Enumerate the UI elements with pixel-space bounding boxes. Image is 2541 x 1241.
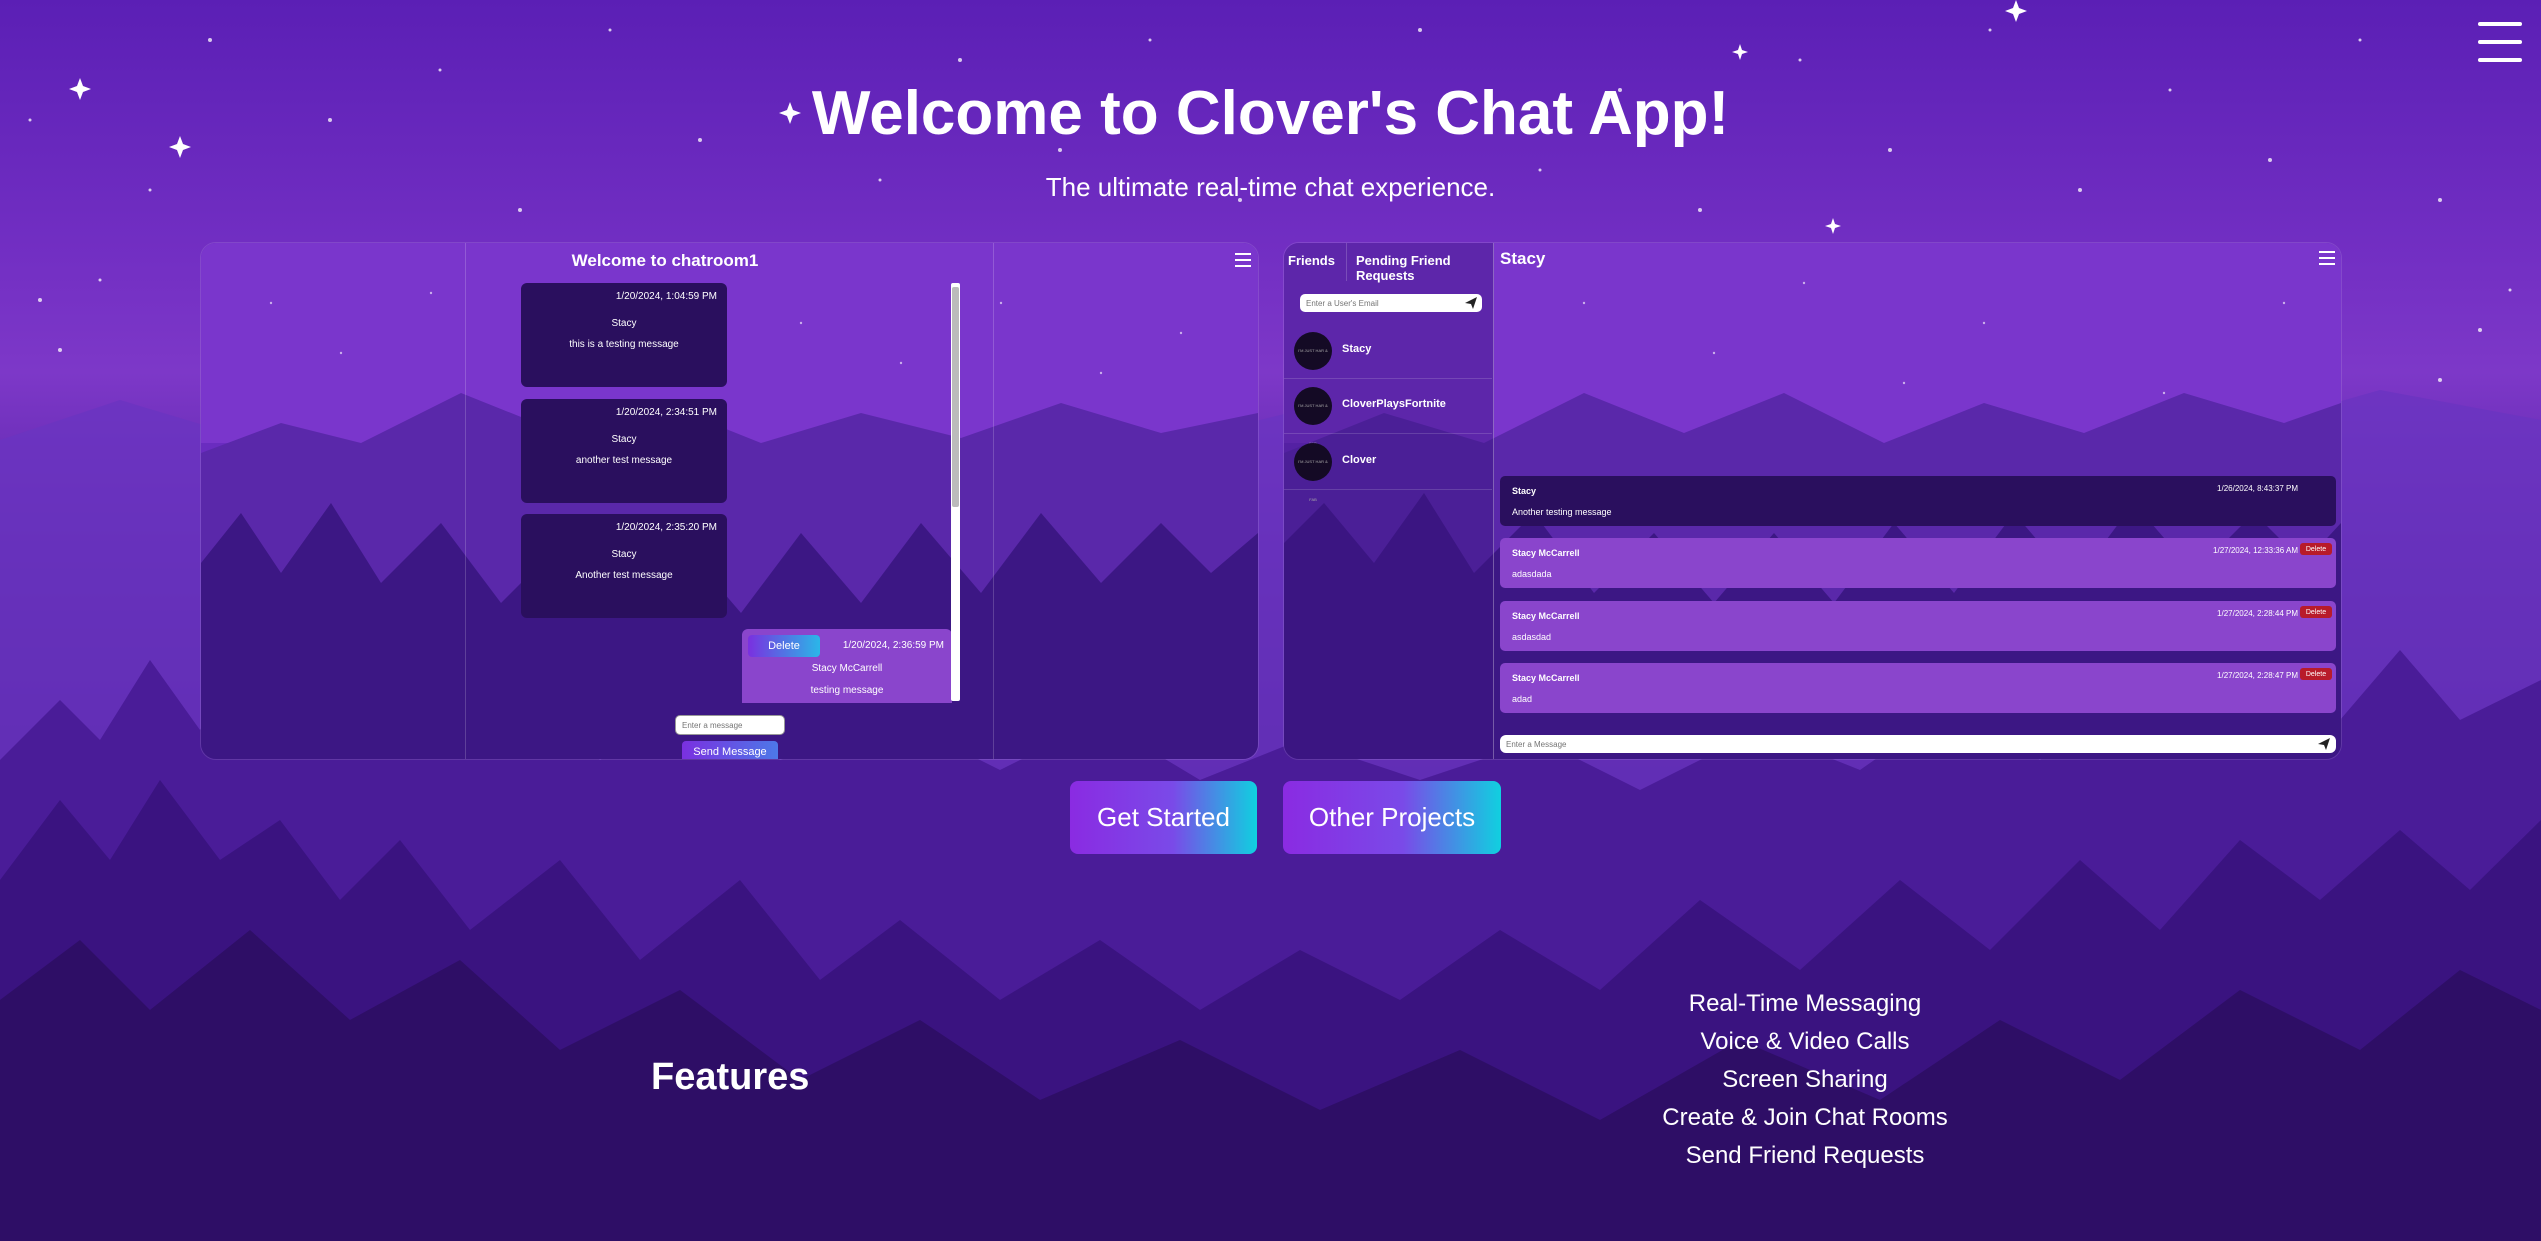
chatroom-preview: Welcome to chatroom1 1/20/2024, 1:04:59 … <box>200 242 1259 760</box>
chat-message: Stacy 1/26/2024, 8:43:37 PM Another test… <box>1500 476 2336 526</box>
feature-item: Screen Sharing <box>1722 1066 1888 1093</box>
avatar: I'M JUST HAR & FAB <box>1294 332 1332 391</box>
feature-item: Send Friend Requests <box>1685 1142 1925 1169</box>
chat-message: 1/20/2024, 1:04:59 PM Stacy this is a te… <box>521 283 727 387</box>
message-input[interactable] <box>675 715 785 735</box>
page-title: Welcome to Clover's Chat App! <box>811 79 1730 148</box>
send-icon[interactable] <box>2317 737 2331 751</box>
tab-pending-requests[interactable]: Pending Friend Requests <box>1356 253 1476 283</box>
chatroom-preview-background <box>201 243 1258 759</box>
menu-icon[interactable] <box>1235 253 1251 267</box>
feature-item: Real-Time Messaging <box>1688 990 1922 1017</box>
page-subtitle: The ultimate real-time chat experience. <box>1045 172 1496 202</box>
delete-button[interactable]: Delete <box>748 635 820 657</box>
delete-button[interactable]: Delete <box>2300 668 2332 680</box>
tab-friends[interactable]: Friends <box>1288 253 1335 268</box>
delete-button[interactable]: Delete <box>2300 543 2332 555</box>
chat-message: 1/20/2024, 2:34:51 PM Stacy another test… <box>521 399 727 503</box>
friend-item[interactable]: I'M JUST HAR & FAB CloverPlaysFortnite <box>1284 379 1492 446</box>
friend-item[interactable]: I'M JUST HAR & FAB Clover <box>1284 435 1492 502</box>
friend-email-input[interactable] <box>1300 294 1482 312</box>
other-projects-button[interactable]: Other Projects <box>1283 781 1501 854</box>
delete-button[interactable]: Delete <box>2300 606 2332 618</box>
feature-item: Voice & Video Calls <box>1700 1028 1910 1055</box>
own-chat-message: Stacy McCarrell 1/27/2024, 12:33:36 AM D… <box>1500 538 2336 588</box>
own-chat-message: Delete 1/20/2024, 2:36:59 PM Stacy McCar… <box>742 629 952 703</box>
send-message-button[interactable]: Send Message <box>682 741 778 759</box>
get-started-button[interactable]: Get Started <box>1070 781 1257 854</box>
avatar: I'M JUST HAR & FAB <box>1294 387 1332 446</box>
chat-peer-name: Stacy <box>1500 249 1546 268</box>
chat-message: 1/20/2024, 2:35:20 PM Stacy Another test… <box>521 514 727 618</box>
friend-item[interactable]: I'M JUST HAR & FAB Stacy <box>1284 324 1492 391</box>
menu-icon[interactable] <box>2478 20 2522 64</box>
feature-item: Create & Join Chat Rooms <box>1662 1104 1948 1131</box>
menu-icon[interactable] <box>2319 251 2335 265</box>
features-heading: Features <box>651 1056 810 1098</box>
message-scrollbar[interactable] <box>951 283 960 701</box>
own-chat-message: Stacy McCarrell 1/27/2024, 2:28:44 PM De… <box>1500 601 2336 651</box>
send-icon[interactable] <box>1464 296 1478 310</box>
dm-preview: Friends Pending Friend Requests I'M JUST… <box>1283 242 2342 760</box>
message-input[interactable] <box>1500 735 2336 753</box>
avatar: I'M JUST HAR & FAB <box>1294 443 1332 502</box>
own-chat-message: Stacy McCarrell 1/27/2024, 2:28:47 PM De… <box>1500 663 2336 713</box>
chatroom-title: Welcome to chatroom1 <box>571 251 759 270</box>
